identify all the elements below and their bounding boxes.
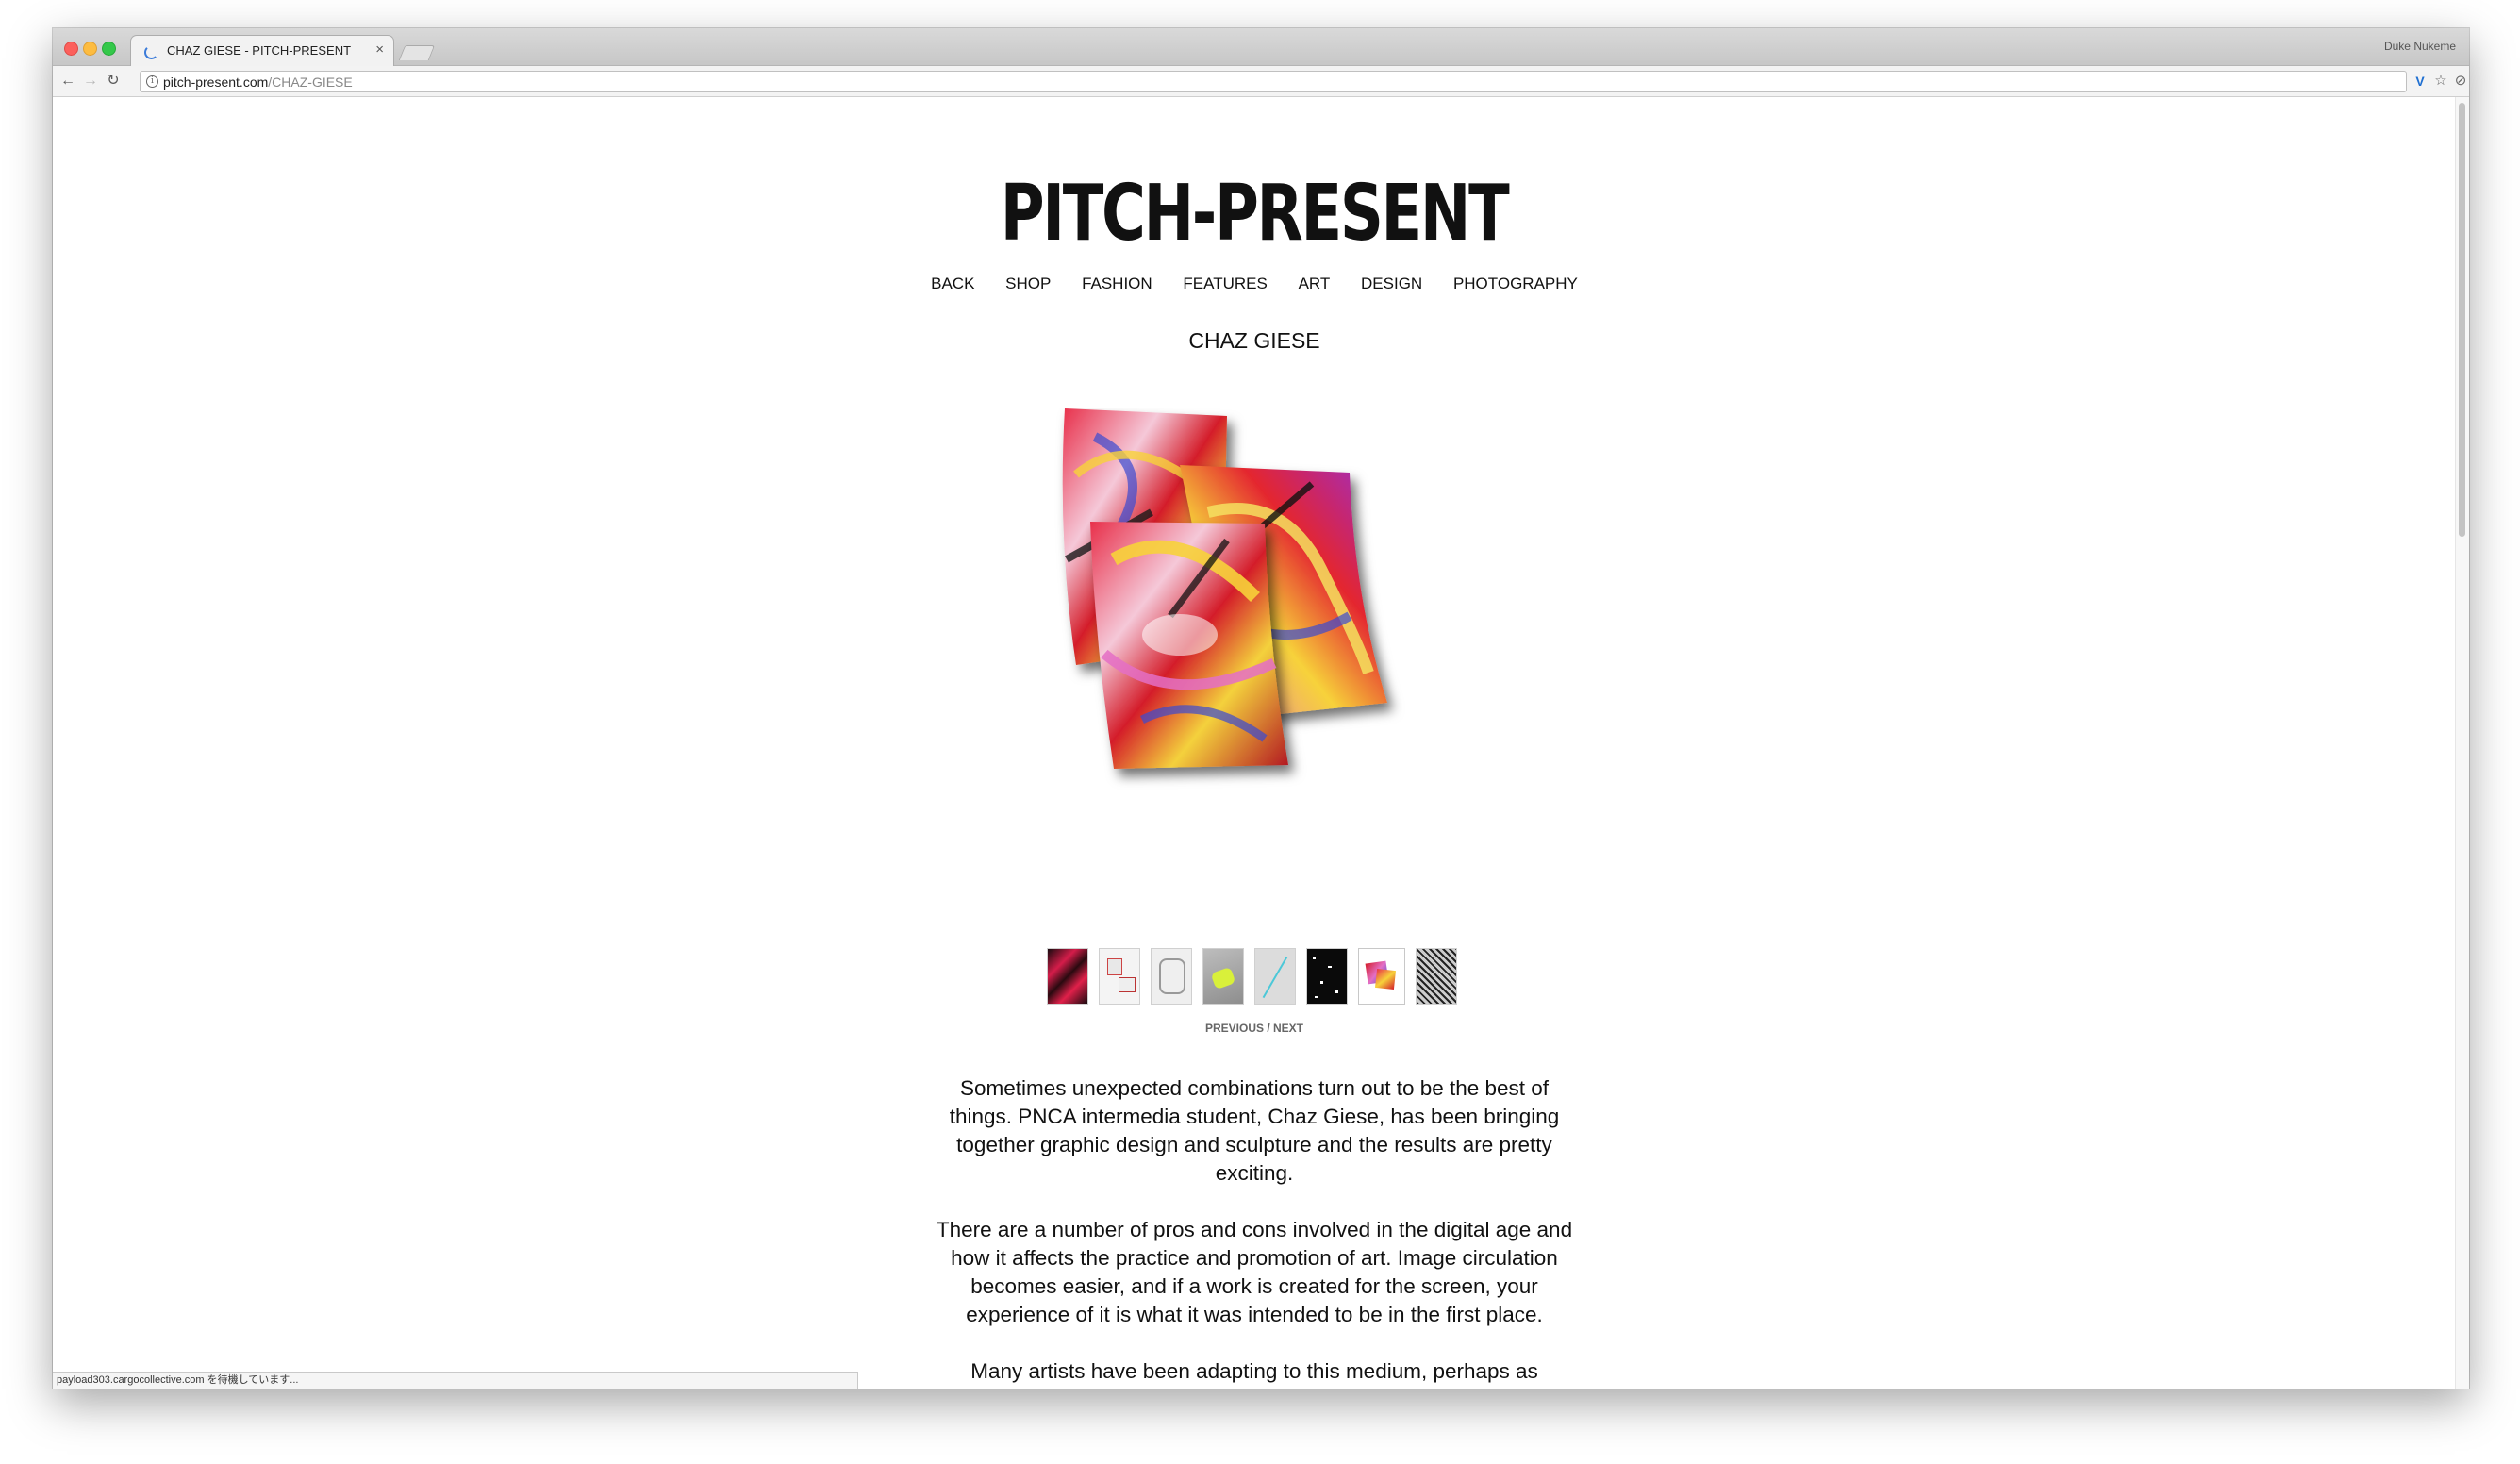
zoom-window-button[interactable]: [102, 42, 116, 56]
browser-toolbar: ← → ↻ i pitch-present.com/CHAZ-GIESE V ☆…: [53, 66, 2469, 97]
thumbnail-6[interactable]: [1306, 948, 1348, 1005]
status-bar: payload303.cargocollective.com を待機しています.…: [53, 1372, 858, 1389]
thumbnail-5[interactable]: [1254, 948, 1296, 1005]
nav-design[interactable]: DESIGN: [1361, 274, 1422, 292]
article-paragraph: Sometimes unexpected combinations turn o…: [949, 1076, 1560, 1185]
url-host: pitch-present.com: [163, 75, 269, 90]
extension-v-icon[interactable]: V: [2411, 72, 2429, 91]
article-paragraph: There are a number of pros and cons invo…: [936, 1218, 1573, 1326]
close-window-button[interactable]: [64, 42, 78, 56]
featured-artwork[interactable]: [1038, 408, 1416, 805]
minimize-window-button[interactable]: [83, 42, 97, 56]
browser-window: CHAZ GIESE - PITCH-PRESENT × Duke Nukeme…: [53, 28, 2469, 1389]
nav-shop[interactable]: SHOP: [1005, 274, 1051, 292]
thumbnail-8[interactable]: [1416, 948, 1457, 1005]
site-nav: BACK SHOP FASHION FEATURES ART DESIGN PH…: [53, 274, 2456, 293]
thumbnail-1[interactable]: [1047, 948, 1088, 1005]
profile-name[interactable]: Duke Nukeme: [2384, 40, 2456, 53]
nav-art[interactable]: ART: [1299, 274, 1331, 292]
nav-fashion[interactable]: FASHION: [1082, 274, 1152, 292]
pagination-separator: /: [1263, 1022, 1273, 1035]
thumbnail-7-selected[interactable]: [1358, 948, 1405, 1005]
gallery-pagination: PREVIOUS / NEXT: [53, 1022, 2456, 1035]
thumbnail-strip: [1047, 948, 1462, 1005]
new-tab-button[interactable]: [398, 45, 436, 60]
scrollbar-thumb[interactable]: [2459, 103, 2465, 537]
url-path: /CHAZ-GIESE: [268, 75, 353, 90]
back-arrow-icon[interactable]: ←: [58, 72, 77, 91]
extension-circle-icon[interactable]: ⊘: [2451, 72, 2469, 91]
tab-title: CHAZ GIESE - PITCH-PRESENT: [167, 43, 352, 58]
page-content: PITCH-PRESENT BACK SHOP FASHION FEATURES…: [53, 97, 2456, 1389]
thumbnail-4[interactable]: [1202, 948, 1244, 1005]
next-link[interactable]: NEXT: [1273, 1022, 1303, 1035]
url-text[interactable]: pitch-present.com/CHAZ-GIESE: [163, 75, 353, 90]
loading-spinner-icon: [144, 45, 158, 59]
browser-tab[interactable]: CHAZ GIESE - PITCH-PRESENT ×: [130, 35, 394, 66]
bookmark-star-icon[interactable]: ☆: [2431, 72, 2450, 91]
thumbnail-2[interactable]: [1099, 948, 1140, 1005]
title-bar: CHAZ GIESE - PITCH-PRESENT × Duke Nukeme: [53, 28, 2469, 66]
poster-front: [1090, 522, 1288, 769]
article-paragraph: Many artists have been adapting to this …: [970, 1359, 1538, 1383]
nav-photography[interactable]: PHOTOGRAPHY: [1453, 274, 1578, 292]
nav-features[interactable]: FEATURES: [1183, 274, 1267, 292]
page-scrollbar[interactable]: [2455, 97, 2469, 1389]
nav-back[interactable]: BACK: [931, 274, 974, 292]
page-title: CHAZ GIESE: [1188, 328, 1320, 353]
site-logo[interactable]: PITCH-PRESENT: [317, 169, 2191, 258]
address-bar[interactable]: i pitch-present.com/CHAZ-GIESE: [140, 71, 2407, 92]
tab-close-icon[interactable]: ×: [375, 42, 384, 58]
forward-arrow-icon[interactable]: →: [81, 72, 100, 91]
thumbnail-3[interactable]: [1151, 948, 1192, 1005]
reload-icon[interactable]: ↻: [104, 72, 123, 91]
info-icon[interactable]: i: [146, 75, 158, 88]
previous-link[interactable]: PREVIOUS: [1205, 1022, 1264, 1035]
article-body: Sometimes unexpected combinations turn o…: [936, 1074, 1573, 1389]
